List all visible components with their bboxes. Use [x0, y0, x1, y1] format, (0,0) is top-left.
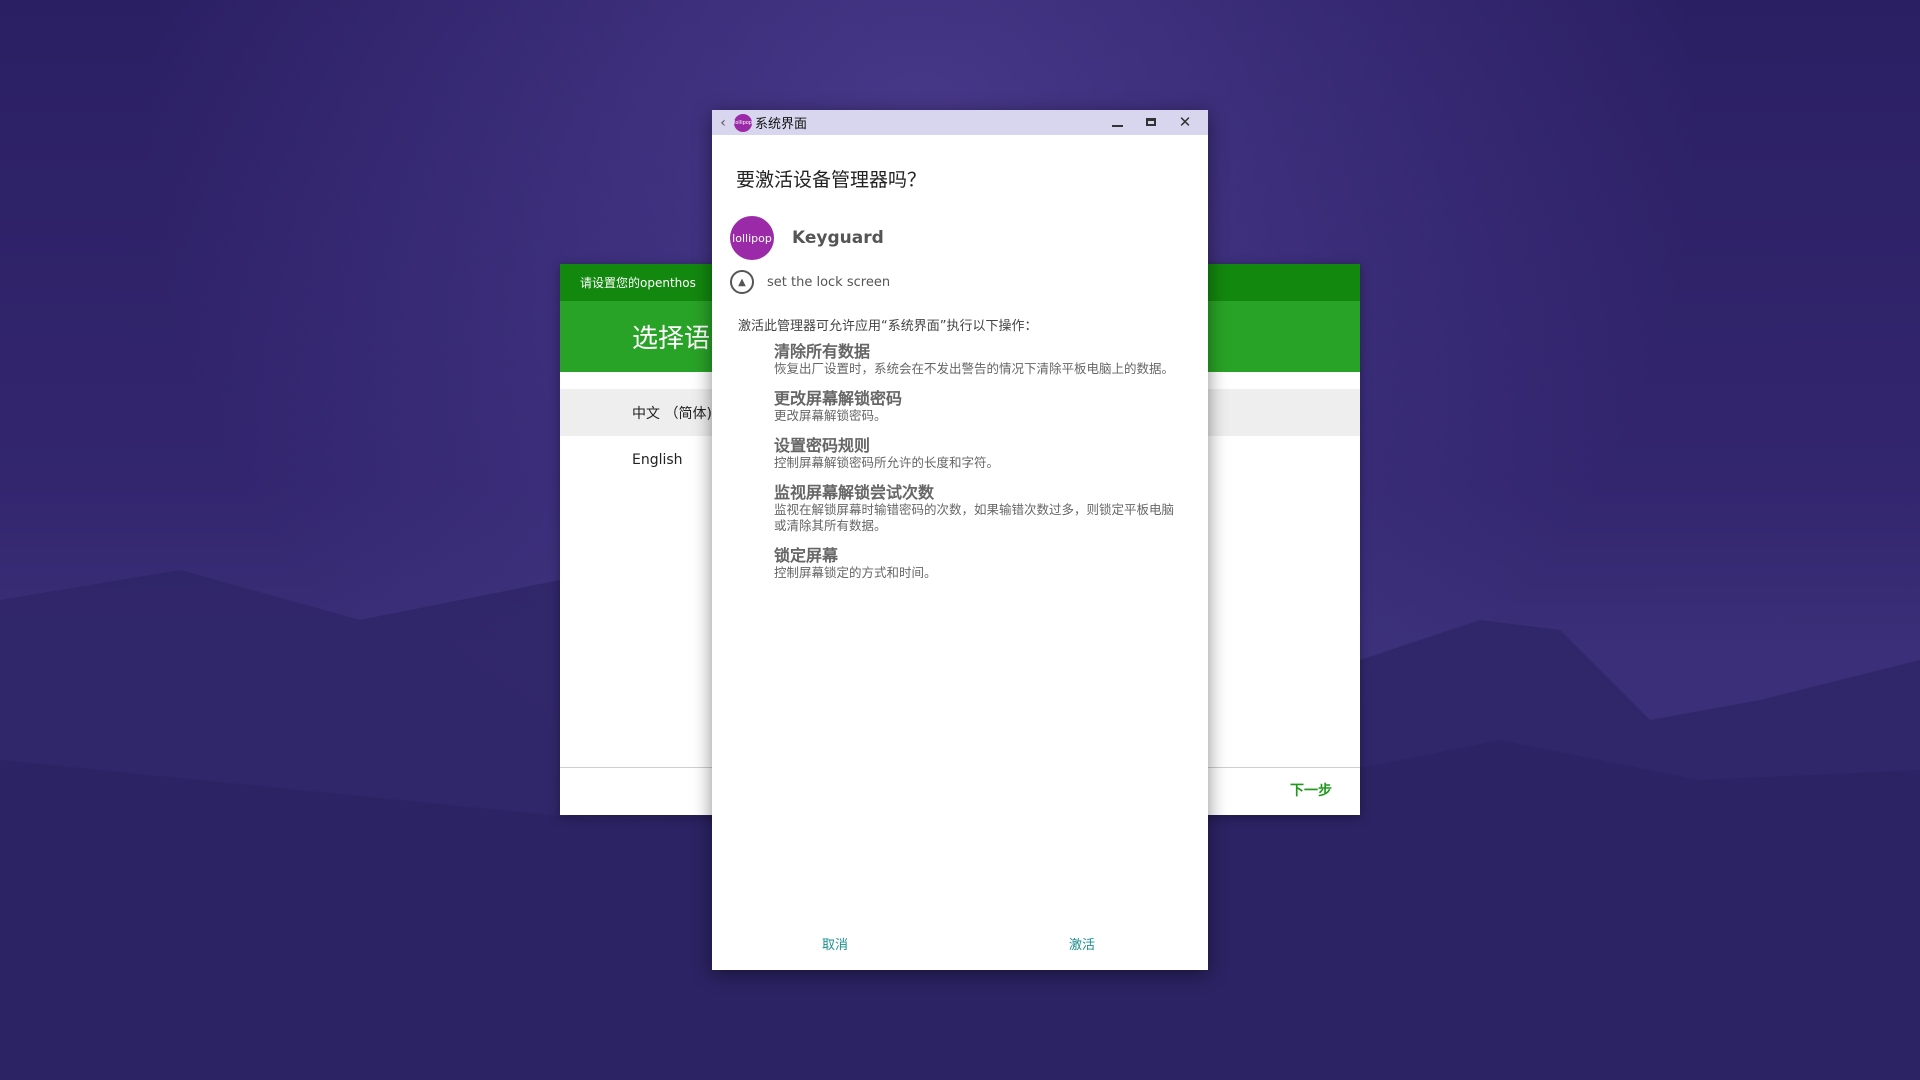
policy-item: 清除所有数据 恢复出厂设置时，系统会在不发出警告的情况下清除平板电脑上的数据。 [774, 342, 1184, 377]
admin-app-row: lollipop Keyguard [730, 216, 884, 260]
cancel-button[interactable]: 取消 [822, 934, 848, 953]
window-title: 系统界面 [755, 117, 808, 132]
policy-item: 监视屏幕解锁尝试次数 监视在解锁屏幕时输错密码的次数，如果输错次数过多，则锁定平… [774, 483, 1184, 534]
permissions-intro: 激活此管理器可允许应用“系统界面”执行以下操作： [738, 319, 1038, 334]
back-arrow-icon[interactable]: ‹ [712, 115, 734, 131]
policy-description: 监视在解锁屏幕时输错密码的次数，如果输错次数过多，则锁定平板电脑或清除其所有数据… [774, 502, 1175, 533]
close-button[interactable]: ✕ [1168, 115, 1202, 130]
device-admin-dialog: ‹ lollipop 系统界面 ✕ 要激活设备管理器吗？ lollipop Ke… [712, 110, 1208, 970]
minimize-button[interactable] [1100, 115, 1134, 130]
policy-title: 锁定屏幕 [774, 546, 839, 565]
policy-item: 锁定屏幕 控制屏幕锁定的方式和时间。 [774, 546, 1184, 581]
keyguard-app-icon: lollipop [730, 216, 774, 260]
policy-title: 清除所有数据 [774, 342, 871, 361]
close-icon: ✕ [1178, 113, 1192, 131]
policy-description: 恢复出厂设置时，系统会在不发出警告的情况下清除平板电脑上的数据。 [774, 361, 1175, 376]
policy-description: 更改屏幕解锁密码。 [774, 408, 887, 423]
policy-description: 控制屏幕锁定的方式和时间。 [774, 565, 937, 580]
language-label: English [632, 451, 683, 468]
policy-list: 清除所有数据 恢复出厂设置时，系统会在不发出警告的情况下清除平板电脑上的数据。 … [774, 342, 1184, 593]
setup-header-title: 选择语 [632, 324, 711, 354]
activate-button[interactable]: 激活 [1069, 934, 1095, 953]
maximize-icon [1146, 118, 1156, 126]
dialog-title: 要激活设备管理器吗？ [736, 169, 927, 191]
app-icon: lollipop [734, 113, 752, 132]
policy-item: 设置密码规则 控制屏幕解锁密码所允许的长度和字符。 [774, 436, 1184, 471]
policy-title: 设置密码规则 [774, 436, 871, 455]
maximize-button[interactable] [1134, 115, 1168, 130]
next-button[interactable]: 下一步 [1290, 780, 1332, 800]
policy-title: 更改屏幕解锁密码 [774, 389, 903, 408]
admin-description: set the lock screen [767, 274, 891, 290]
admin-description-row[interactable]: ▲ set the lock screen [730, 270, 890, 294]
policy-item: 更改屏幕解锁密码 更改屏幕解锁密码。 [774, 389, 1184, 424]
language-label: 中文 （简体) [632, 405, 712, 422]
policy-description: 控制屏幕解锁密码所允许的长度和字符。 [774, 455, 1000, 470]
expand-up-icon[interactable]: ▲ [730, 270, 754, 294]
setup-topbar-title: 请设置您的openthos [580, 276, 696, 290]
window-titlebar: ‹ lollipop 系统界面 ✕ [712, 110, 1208, 135]
minimize-icon [1111, 124, 1123, 127]
policy-title: 监视屏幕解锁尝试次数 [774, 483, 935, 502]
admin-app-name: Keyguard [792, 228, 884, 248]
